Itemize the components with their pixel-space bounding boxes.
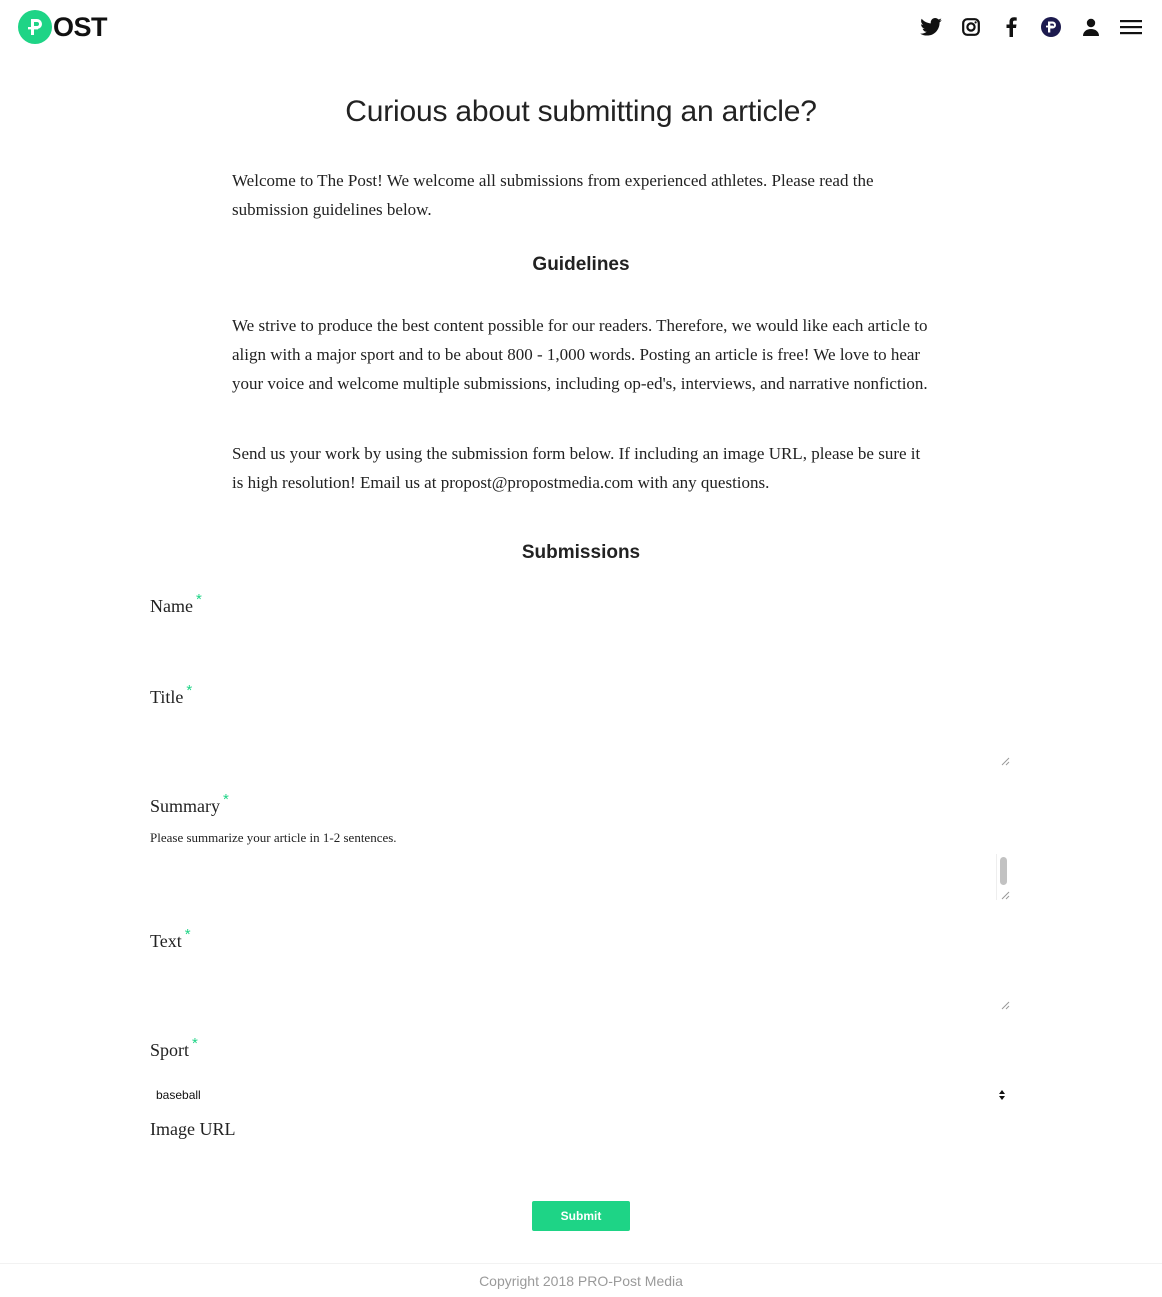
name-input[interactable] xyxy=(150,628,1012,662)
text-label: Text * xyxy=(150,926,191,952)
page-title: Curious about submitting an article? xyxy=(345,95,817,128)
submit-button[interactable]: Submit xyxy=(532,1201,630,1231)
required-marker: * xyxy=(195,591,202,608)
image-url-label: Image URL xyxy=(150,1119,236,1139)
summary-helper-text: Please summarize your article in 1-2 sen… xyxy=(150,830,397,845)
name-label: Name * xyxy=(150,591,202,617)
instagram-icon[interactable] xyxy=(958,14,984,40)
sport-select[interactable]: baseball xyxy=(150,1082,1012,1108)
resize-handle-icon[interactable] xyxy=(1001,757,1010,766)
sport-label-text: Sport xyxy=(150,1040,190,1060)
name-label-text: Name xyxy=(150,596,193,616)
title-label: Title * xyxy=(150,682,192,708)
scrollbar-thumb[interactable] xyxy=(1000,857,1007,885)
required-marker: * xyxy=(192,1035,198,1052)
user-icon[interactable] xyxy=(1078,14,1104,40)
resize-handle-icon[interactable] xyxy=(1001,891,1010,900)
image-url-input[interactable] xyxy=(150,1150,1012,1182)
logo-p-icon xyxy=(28,19,42,35)
sport-label: Sport * xyxy=(150,1035,198,1061)
intro-paragraph: Welcome to The Post! We welcome all subm… xyxy=(232,171,874,219)
sport-select-value: baseball xyxy=(156,1088,201,1102)
resize-handle-icon[interactable] xyxy=(1001,1001,1010,1010)
summary-textarea[interactable] xyxy=(150,852,1012,902)
summary-label-text: Summary xyxy=(150,796,220,816)
footer-copyright: Copyright 2018 PRO-Post Media xyxy=(479,1273,683,1289)
title-textarea[interactable] xyxy=(150,718,1012,768)
send-work-paragraph: Send us your work by using the submissio… xyxy=(232,444,921,492)
text-textarea[interactable] xyxy=(150,962,1012,1012)
menu-icon[interactable] xyxy=(1118,14,1144,40)
select-arrows-icon xyxy=(999,1090,1005,1100)
facebook-icon[interactable] xyxy=(998,14,1024,40)
logo-text: OST xyxy=(53,12,108,42)
logo-badge xyxy=(18,10,52,44)
guidelines-heading: Guidelines xyxy=(532,254,630,275)
required-marker: * xyxy=(186,682,193,699)
footer-divider xyxy=(0,1263,1162,1264)
guidelines-paragraph: We strive to produce the best content po… xyxy=(232,316,928,393)
site-logo[interactable]: OST xyxy=(18,10,108,44)
title-label-text: Title xyxy=(150,687,184,707)
header-icon-bar xyxy=(904,14,1144,40)
required-marker: * xyxy=(184,926,191,943)
twitter-icon[interactable] xyxy=(918,14,944,40)
submissions-heading: Submissions xyxy=(521,542,641,563)
summary-label: Summary * xyxy=(150,791,229,817)
propost-icon[interactable] xyxy=(1038,14,1064,40)
site-header: OST xyxy=(0,0,1162,56)
text-label-text: Text xyxy=(150,931,182,951)
required-marker: * xyxy=(223,791,229,808)
